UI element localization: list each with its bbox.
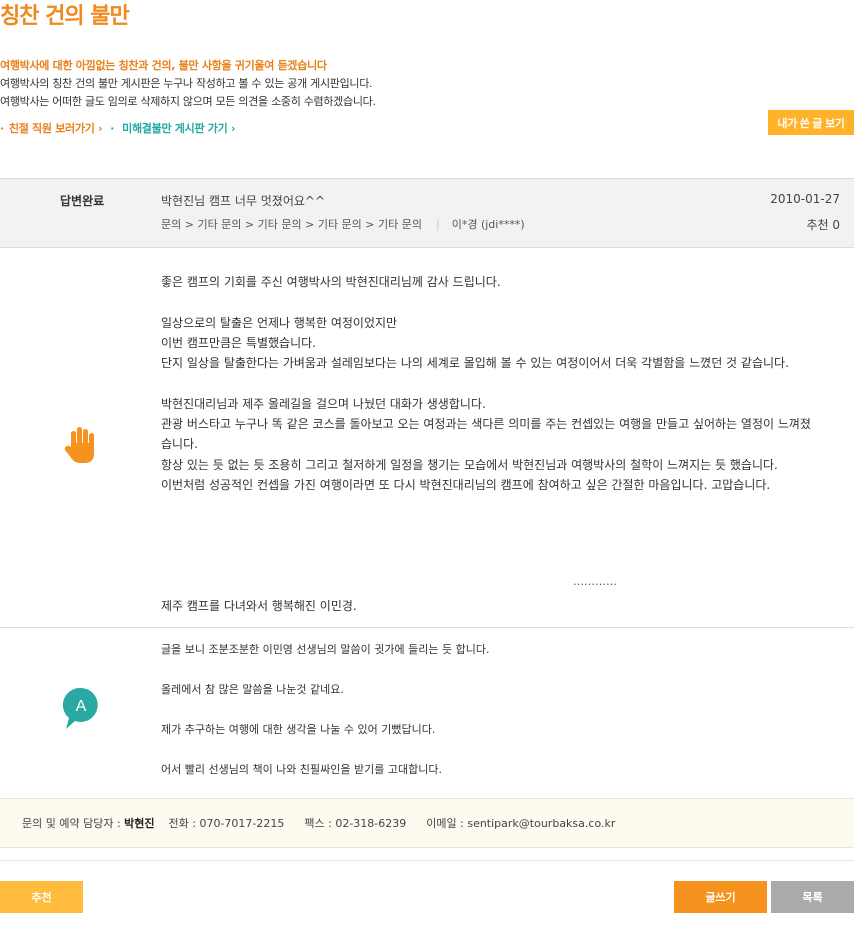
answer-text: 글을 보니 조분조분한 이민영 선생님의 말씀이 귓가에 들리는 듯 합니다. … [161, 640, 821, 780]
contact-fax: 팩스 : 02-318-6239 [304, 817, 407, 830]
answer-line [161, 740, 821, 760]
intro-line-2: 여행박사는 어떠한 글도 임의로 삭제하지 않으며 모든 의견을 소중히 수렴하… [0, 95, 376, 108]
question-line: 일상으로의 탈출은 언제나 행복한 여정이었지만 [161, 315, 398, 330]
link-bullet: · [0, 121, 4, 135]
post-author: 이*경 (jdi****) [451, 218, 525, 231]
contact-name: 박현진 [124, 817, 155, 830]
board-links: · 친절 직원 보러가기 › · 미해결불만 게시판 가기 › [0, 120, 236, 136]
recommend-button[interactable]: 추천 [0, 881, 83, 913]
question-line: 이번처럼 성공적인 컨셉을 가진 여행이라면 또 다시 박현진대리님의 캠프에 … [161, 477, 771, 492]
answer-line: 어서 빨리 선생님의 책이 나와 친필싸인을 받기를 고대합니다. [161, 763, 442, 776]
answer-icon: A [63, 687, 98, 729]
question-line [161, 292, 821, 312]
question-line [161, 373, 821, 393]
question-line: 관광 버스타고 누구나 똑 같은 코스를 돌아보고 오는 여정과는 색다른 의미… [161, 417, 811, 452]
answer-line: 글을 보니 조분조분한 이민영 선생님의 말씀이 귓가에 들리는 듯 합니다. [161, 643, 490, 656]
post-subject: 박현진님 캠프 너무 멋졌어요^^ [161, 194, 326, 208]
author-separator: | [436, 217, 440, 231]
question-content: 좋은 캠프의 기회를 주신 여행박사의 박현진대리님께 감사 드립니다. 일상으… [0, 248, 854, 628]
hand-icon [64, 427, 94, 463]
category-path: 문의 > 기타 문의 > 기타 문의 > 기타 문의 > 기타 문의 [161, 218, 422, 231]
my-posts-button[interactable]: 내가 쓴 글 보기 [768, 110, 854, 135]
intro-line-1: 여행박사의 칭찬 건의 불만 게시판은 누구나 작성하고 볼 수 있는 공개 게… [0, 77, 373, 90]
question-signature: 제주 캠프를 다녀와서 행복해진 이민경. [161, 599, 357, 613]
page-title: 칭찬 건의 불만 [0, 4, 130, 29]
answer-line: 제가 추구하는 여행에 대한 생각을 나눌 수 있어 기뻤답니다. [161, 723, 436, 736]
contact-phone: 전화 : 070-7017-2215 [168, 817, 285, 830]
contact-email: 이메일 : sentipark@tourbaksa.co.kr [426, 817, 616, 830]
answer-icon-letter: A [76, 698, 87, 715]
recommend-count: 추천 0 [806, 218, 840, 232]
ellipsis-dots: ………… [573, 575, 617, 588]
intro-text: 여행박사에 대한 아낌없는 칭찬과 건의, 불만 사항을 귀기울여 듣겠습니다 … [0, 57, 376, 111]
answer-line: 올레에서 참 많은 말씀을 나눈것 같네요. [161, 683, 344, 696]
post-header: 답변완료 박현진님 캠프 너무 멋졌어요^^ 2010-01-27 문의 > 기… [0, 178, 854, 248]
status-badge: 답변완료 [60, 194, 105, 208]
answer-content: A 글을 보니 조분조분한 이민영 선생님의 말씀이 귓가에 들리는 듯 합니다… [0, 628, 854, 798]
answer-line [161, 660, 821, 680]
list-button[interactable]: 목록 [771, 881, 854, 913]
answer-line [161, 700, 821, 720]
question-line: 단지 일상을 탈출한다는 가벼움과 설레임보다는 나의 세계로 몰입해 볼 수 … [161, 356, 789, 371]
kind-staff-link[interactable]: 친절 직원 보러가기 › [9, 120, 103, 136]
contact-label: 문의 및 예약 담당자 : [22, 817, 121, 830]
question-line: 이번 캠프만큼은 특별했습니다. [161, 335, 316, 350]
breadcrumb: 문의 > 기타 문의 > 기타 문의 > 기타 문의 > 기타 문의 | 이*경… [161, 216, 525, 232]
intro-highlight: 여행박사에 대한 아낌없는 칭찬과 건의, 불만 사항을 귀기울여 듣겠습니다 [0, 59, 327, 72]
question-line: 좋은 캠프의 기회를 주신 여행박사의 박현진대리님께 감사 드립니다. [161, 275, 501, 289]
unresolved-board-link[interactable]: 미해결불만 게시판 가기 › [122, 120, 235, 136]
write-button[interactable]: 글쓰기 [674, 881, 767, 913]
question-line: 항상 있는 듯 없는 듯 조용히 그리고 철저하게 일정을 챙기는 모습에서 박… [161, 457, 778, 472]
question-text: 좋은 캠프의 기회를 주신 여행박사의 박현진대리님께 감사 드립니다. 일상으… [161, 272, 821, 495]
link-separator: · [110, 121, 115, 135]
footer-divider [0, 860, 854, 861]
post-date: 2010-01-27 [770, 192, 840, 206]
contact-info: 문의 및 예약 담당자 : 박현진 전화 : 070-7017-2215 팩스 … [0, 798, 854, 848]
question-line: 박현진대리님과 제주 올레길을 걸으며 나눴던 대화가 생생합니다. [161, 396, 486, 411]
